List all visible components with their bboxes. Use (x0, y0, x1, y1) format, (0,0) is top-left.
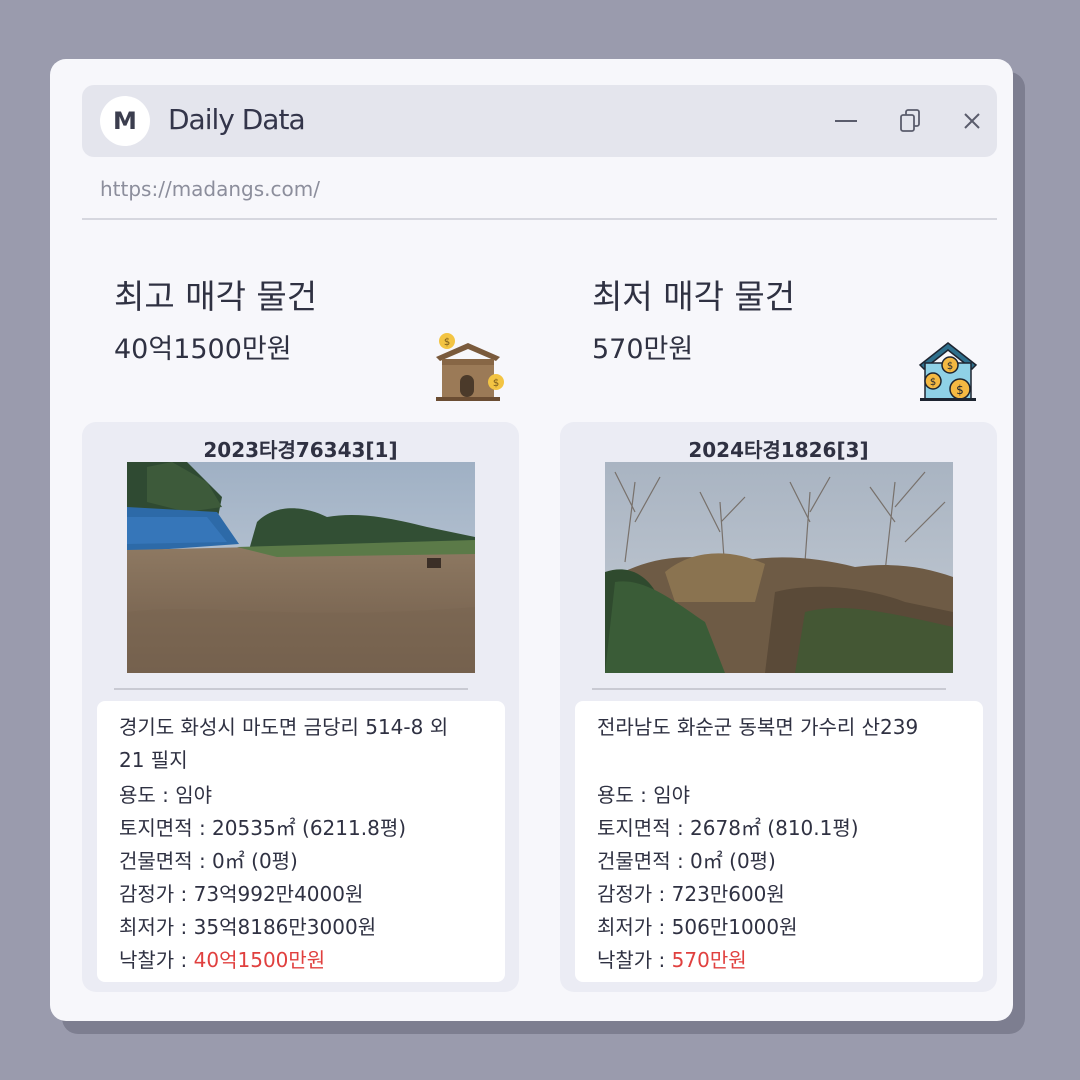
property-winning-bid: 낙찰가 : 40억1500만원 (119, 944, 325, 973)
property-card-highest[interactable]: 2023타경76343[1] 경기도 화성시 마도면 금당리 514-8 외 2… (82, 422, 519, 992)
lowest-value: 570만원 (592, 334, 694, 365)
winning-bid-label: 낙찰가 : (597, 948, 672, 972)
close-button[interactable] (958, 107, 986, 135)
property-photo (605, 462, 953, 673)
svg-text:$: $ (493, 378, 499, 389)
property-address: 경기도 화성시 마도면 금당리 514-8 외 21 필지 (119, 715, 449, 772)
highest-value: 40억1500만원 (114, 334, 292, 365)
property-usage: 용도 : 임야 (597, 783, 691, 807)
card-divider (114, 688, 468, 690)
case-id: 2023타경76343[1] (203, 438, 398, 462)
highest-title: 최고 매각 물건 (114, 277, 318, 316)
winning-bid-value: 570만원 (671, 948, 747, 972)
property-card-lowest[interactable]: 2024타경1826[3] 전라남도 화순군 동복면 가수리 산239 용도:… (560, 422, 997, 992)
svg-text:$: $ (444, 337, 450, 348)
copy-icon (900, 109, 920, 132)
app-window: M Daily Data https://madangs.com/ 최고 매각 … (50, 59, 1013, 1021)
winning-bid-value: 40억1500만원 (193, 948, 326, 972)
minimize-icon (835, 120, 857, 122)
url-text[interactable]: https://madangs.com/ (100, 177, 320, 201)
app-title: Daily Data (168, 103, 306, 136)
property-usage: 용도 : 임야 (119, 783, 213, 807)
property-address: 전라남도 화순군 동복면 가수리 산239 (597, 715, 919, 739)
property-land-area: 토지면적 : 2678㎡ (810.1평) (597, 816, 859, 840)
svg-text:$: $ (947, 361, 953, 372)
copy-button[interactable] (897, 107, 925, 135)
property-minimum-price: 최저가 : 506만1000원 (597, 915, 798, 939)
house-coins-icon: $ $ $ (916, 339, 980, 407)
property-info: 전라남도 화순군 동복면 가수리 산239 용도 : 임야 토지면적 : 267… (575, 701, 983, 982)
property-minimum-price: 최저가 : 35억8186만3000원 (119, 915, 377, 939)
svg-text:$: $ (956, 383, 964, 397)
property-info: 경기도 화성시 마도면 금당리 514-8 외 21 필지 용도 : 임야 토지… (97, 701, 505, 982)
card-divider (592, 688, 946, 690)
case-id: 2024타경1826[3] (688, 438, 869, 462)
svg-text:$: $ (930, 377, 936, 388)
property-photo (127, 462, 475, 673)
header-divider (82, 218, 997, 220)
app-logo: M (100, 96, 150, 146)
minimize-button[interactable] (832, 107, 860, 135)
property-appraisal: 감정가 : 73억992만4000원 (119, 882, 364, 906)
property-appraisal: 감정가 : 723만600원 (597, 882, 785, 906)
property-building-area: 건물면적 : 0㎡ (0평) (119, 849, 298, 873)
property-building-area: 건물면적 : 0㎡ (0평) (597, 849, 776, 873)
property-land-area: 토지면적 : 20535㎡ (6211.8평) (119, 816, 407, 840)
winning-bid-label: 낙찰가 : (119, 948, 194, 972)
title-bar: M Daily Data (82, 85, 997, 157)
lowest-title: 최저 매각 물건 (592, 277, 796, 316)
property-winning-bid: 낙찰가 : 570만원 (597, 944, 747, 973)
close-icon (964, 113, 980, 129)
house-money-icon: $ $ (430, 331, 510, 409)
